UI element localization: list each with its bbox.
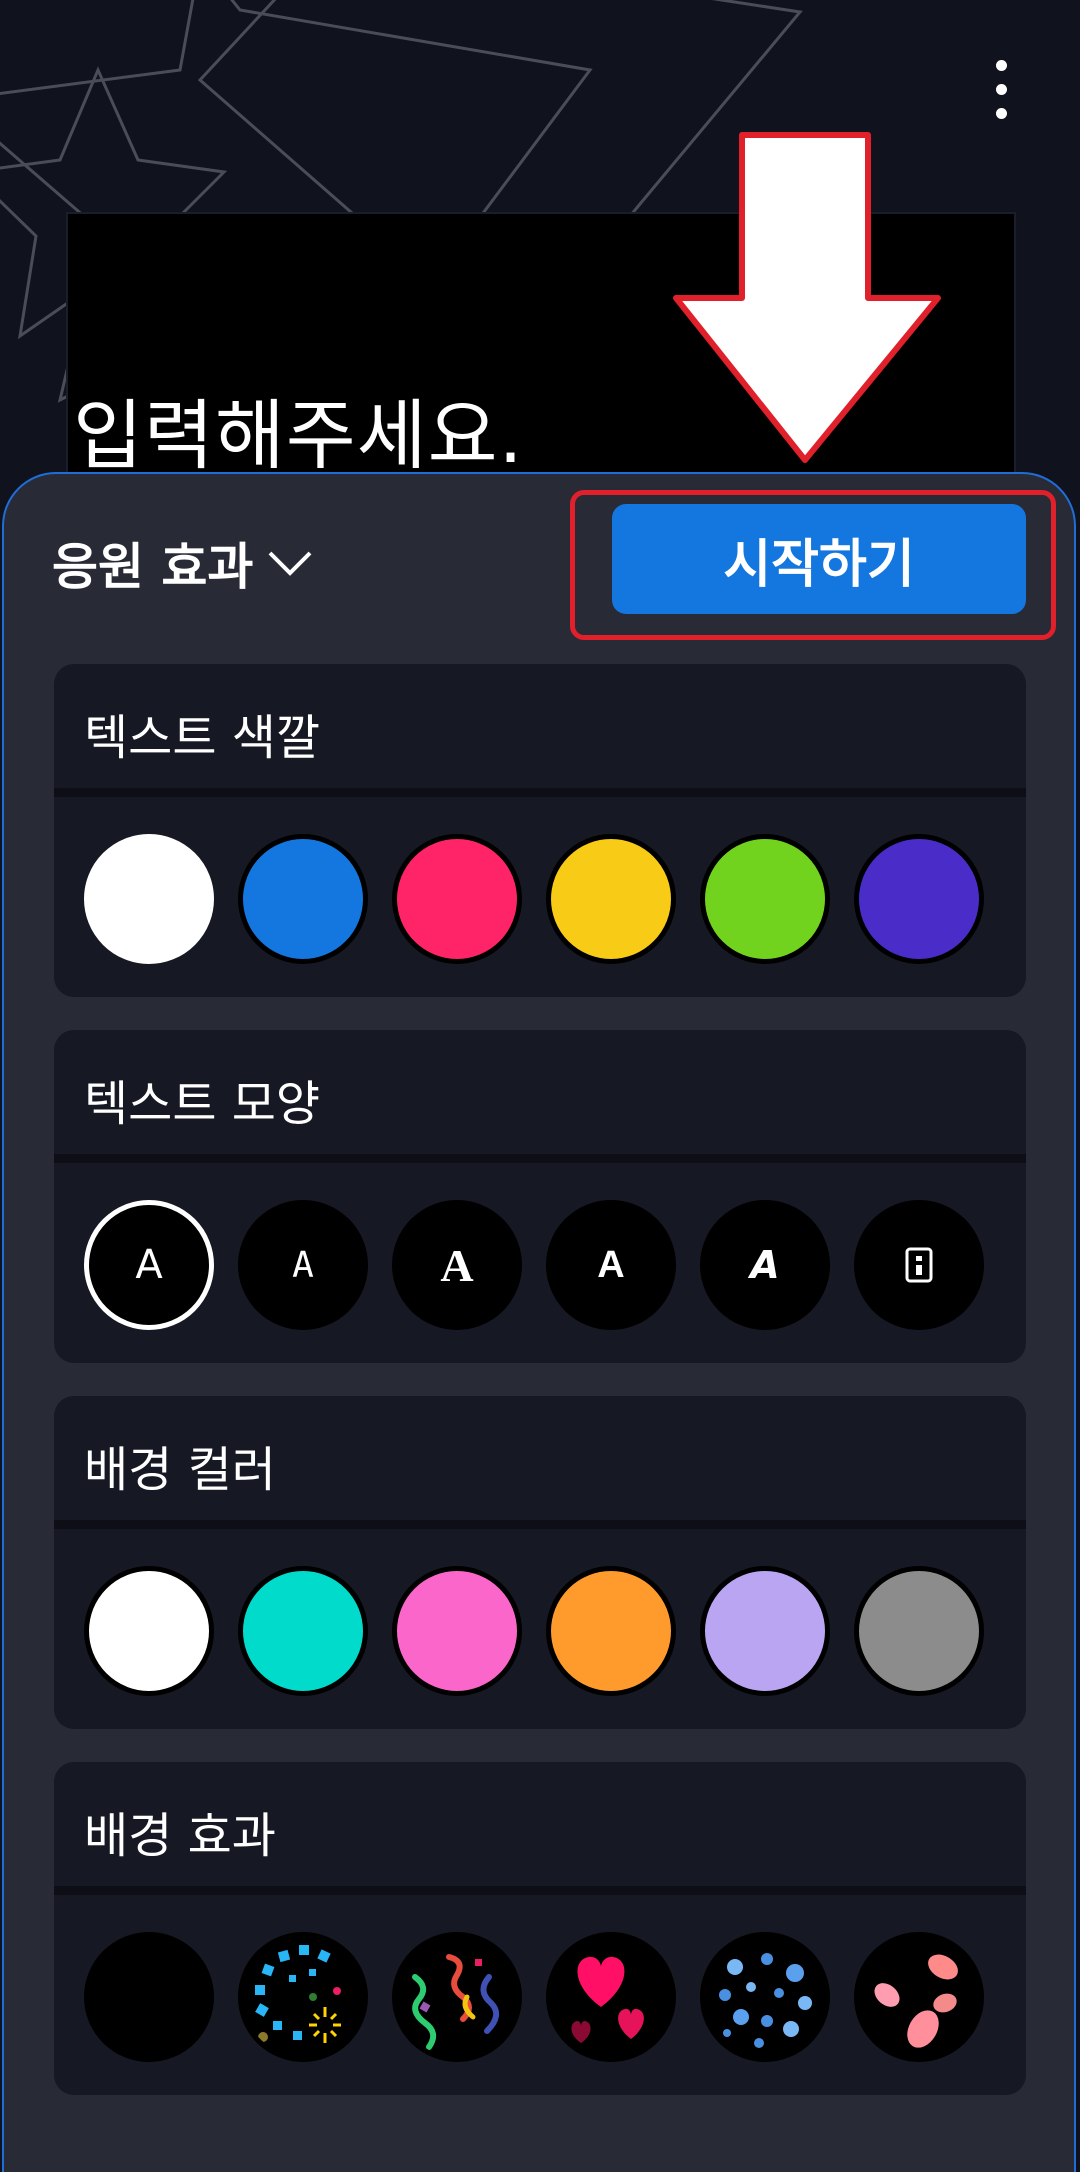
bg-effect-none[interactable] [84,1932,214,2062]
font-sample: A [597,1243,625,1286]
font-sample: A [135,1242,163,1288]
annotation-highlight-box [570,490,1056,640]
text-color-section: 텍스트 색깔 [54,664,1026,997]
bg-effect-sparkle[interactable] [238,1932,368,2062]
font-style-option[interactable]: A [854,1200,984,1330]
bg-color-swatch-white[interactable] [84,1566,214,1696]
text-color-swatch-white[interactable] [84,834,214,964]
font-style-option[interactable]: A [700,1200,830,1330]
font-sample: A [750,1243,780,1287]
section-title: 배경 효과 [84,1808,276,1864]
text-color-swatch-purple[interactable] [854,834,984,964]
pixel-font-icon [905,1247,933,1283]
preview-text: 입력해주세요. [73,391,524,480]
bg-color-swatch-gray[interactable] [854,1566,984,1696]
font-style-option[interactable]: A [84,1200,214,1330]
bg-effect-bubbles[interactable] [700,1932,830,2062]
font-style-option[interactable]: A [392,1200,522,1330]
text-color-swatch-green[interactable] [700,834,830,964]
bg-effect-confetti[interactable] [392,1932,522,2062]
section-title: 배경 컬러 [84,1442,276,1498]
bubbles-icon [719,1953,812,2048]
bg-color-swatch-pink[interactable] [392,1566,522,1696]
chevron-down-icon [269,551,312,576]
text-shape-section: 텍스트 모양 A A A A A A [54,1030,1026,1363]
petals-icon [874,1954,958,2048]
text-color-swatch-blue[interactable] [238,834,368,964]
section-divider [54,1886,1026,1895]
background-effect-section: 배경 효과 [54,1762,1026,2095]
effect-type-label: 응원 효과 [52,538,254,596]
bg-color-swatch-teal[interactable] [238,1566,368,1696]
bg-effect-hearts[interactable] [546,1932,676,2062]
font-style-option[interactable]: A [546,1200,676,1330]
sparkle-burst-icon [255,1945,341,2043]
more-options-icon[interactable] [970,50,1030,130]
text-color-swatch-yellow[interactable] [546,834,676,964]
section-divider [54,788,1026,797]
bg-color-swatch-orange[interactable] [546,1566,676,1696]
font-sample: A [440,1239,474,1291]
effect-type-dropdown[interactable]: 응원 효과 [52,528,313,598]
section-title: 텍스트 모양 [84,1076,321,1132]
confetti-streamers-icon [412,1954,500,2050]
bg-color-swatch-lavender[interactable] [700,1566,830,1696]
background-color-section: 배경 컬러 [54,1396,1026,1729]
annotation-arrow-icon [673,132,941,463]
section-divider [54,1154,1026,1163]
bg-effect-petals[interactable] [854,1932,984,2062]
hearts-icon [571,1956,644,2043]
section-divider [54,1520,1026,1529]
font-sample: A [292,1244,314,1286]
font-style-option[interactable]: A [238,1200,368,1330]
text-color-swatch-pink[interactable] [392,834,522,964]
section-title: 텍스트 색깔 [84,710,321,766]
